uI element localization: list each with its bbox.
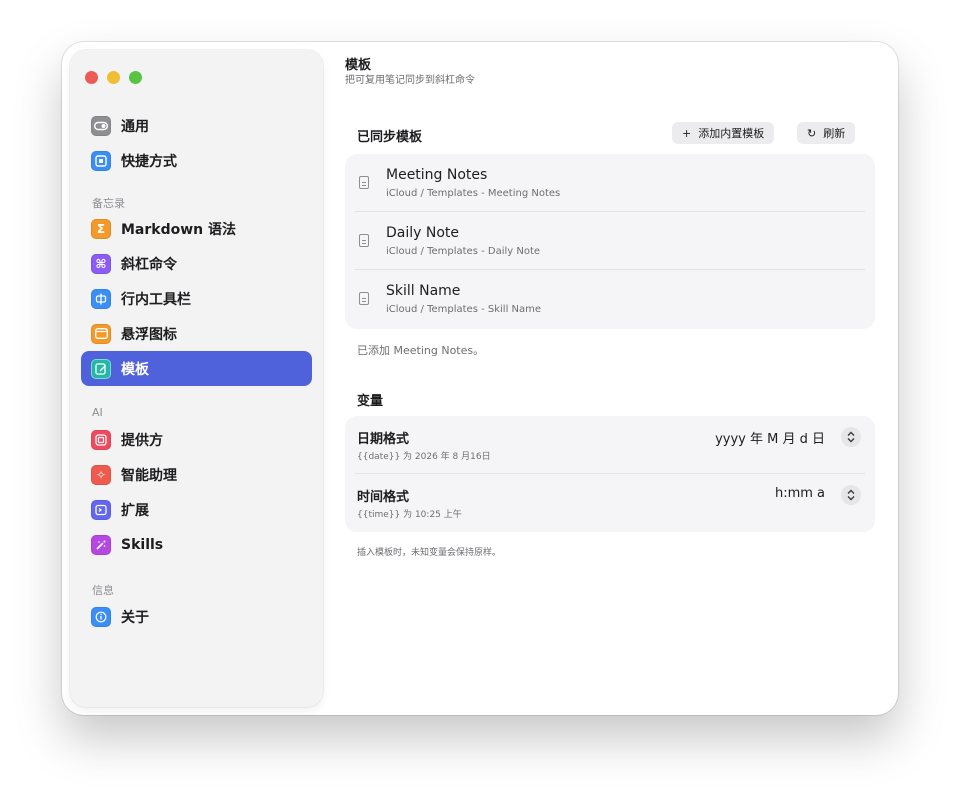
sidebar-item-label: 扩展	[121, 502, 149, 519]
template-name: Daily Note	[386, 225, 460, 241]
sidebar: 通用 快捷方式 备忘录 Σ Markdown 语法 ⌘ 斜杠命令 行内工具栏 悬…	[70, 50, 323, 707]
sidebar-item-about[interactable]: 关于	[81, 599, 312, 634]
variables-list: 日期格式 {{date}} 为 2026 年 8 月16日 yyyy 年 M 月…	[345, 416, 875, 532]
provider-icon	[91, 429, 111, 450]
sidebar-item-label: 智能助理	[121, 467, 177, 484]
status-message: 已添加 Meeting Notes。	[357, 344, 485, 357]
list-item[interactable]: Skill Name iCloud / Templates - Skill Na…	[345, 270, 875, 328]
info-icon	[91, 606, 111, 627]
template-edit-icon	[91, 358, 111, 379]
sidebar-item-assistant[interactable]: ✧ 智能助理	[81, 457, 312, 492]
toggle-icon	[91, 115, 111, 136]
sidebar-section-label: AI	[92, 406, 103, 419]
sidebar-item-slash-commands[interactable]: ⌘ 斜杠命令	[81, 246, 312, 281]
sidebar-item-floating-icon[interactable]: 悬浮图标	[81, 316, 312, 351]
sidebar-item-shortcuts[interactable]: 快捷方式	[81, 143, 312, 178]
floating-window-icon	[91, 323, 111, 344]
zoom-window-button[interactable]	[129, 71, 142, 84]
sidebar-item-label: Skills	[121, 536, 164, 553]
sidebar-item-label: 通用	[121, 118, 149, 135]
refresh-label: 刷新	[823, 127, 846, 140]
sidebar-item-templates[interactable]: 模板	[81, 351, 312, 386]
close-window-button[interactable]	[85, 71, 98, 84]
document-icon	[359, 176, 369, 189]
footnote: 插入模板时，未知变量会保持原样。	[357, 548, 502, 558]
extension-icon	[91, 499, 111, 520]
sidebar-item-extensions[interactable]: 扩展	[81, 492, 312, 527]
sidebar-item-label: 提供方	[121, 432, 163, 449]
chevron-up-down-icon	[847, 489, 855, 501]
sidebar-group-ai: 提供方 ✧ 智能助理 扩展 Skills	[81, 422, 312, 562]
sidebar-section-label: 信息	[92, 584, 114, 597]
chevron-up-down-icon	[847, 431, 855, 443]
synced-templates-title: 已同步模板	[357, 130, 423, 145]
variable-description: {{time}} 为 10:25 上午	[357, 510, 462, 520]
time-format-stepper[interactable]	[841, 485, 861, 505]
minimize-window-button[interactable]	[107, 71, 120, 84]
sidebar-item-skills[interactable]: Skills	[81, 527, 312, 562]
sidebar-item-label: 模板	[121, 361, 149, 378]
variable-row-time: 时间格式 {{time}} 为 10:25 上午 h:mm a	[345, 474, 875, 532]
variable-row-date: 日期格式 {{date}} 为 2026 年 8 月16日 yyyy 年 M 月…	[345, 416, 875, 474]
template-name: Skill Name	[386, 283, 461, 299]
sidebar-item-label: 悬浮图标	[121, 326, 177, 343]
sidebar-item-label: Markdown 语法	[121, 221, 237, 238]
window-controls	[85, 71, 142, 84]
sidebar-item-label: 快捷方式	[121, 153, 177, 170]
sidebar-item-markdown[interactable]: Σ Markdown 语法	[81, 211, 312, 246]
variable-name: 时间格式	[357, 490, 410, 505]
sidebar-item-label: 行内工具栏	[121, 291, 191, 308]
list-item[interactable]: Daily Note iCloud / Templates - Daily No…	[345, 212, 875, 270]
command-icon: ⌘	[91, 253, 111, 274]
sidebar-item-label: 斜杠命令	[121, 256, 177, 273]
sidebar-item-general[interactable]: 通用	[81, 108, 312, 143]
template-path: iCloud / Templates - Meeting Notes	[386, 188, 561, 199]
document-icon	[359, 292, 369, 305]
sidebar-item-label: 关于	[121, 609, 149, 626]
time-format-value[interactable]: h:mm a	[775, 486, 825, 501]
list-item[interactable]: Meeting Notes iCloud / Templates - Meeti…	[345, 154, 875, 212]
sidebar-group-general: 通用 快捷方式	[81, 108, 312, 178]
template-list: Meeting Notes iCloud / Templates - Meeti…	[345, 154, 875, 329]
main-content: 模板 把可复用笔记同步到斜杠命令 已同步模板 + 添加内置模板 ↻ 刷新 Mee…	[345, 42, 898, 715]
template-name: Meeting Notes	[386, 167, 488, 183]
sidebar-group-notes: Σ Markdown 语法 ⌘ 斜杠命令 行内工具栏 悬浮图标 模板	[81, 211, 312, 386]
sidebar-group-info: 关于	[81, 599, 312, 634]
toolbar-icon	[91, 288, 111, 309]
document-icon	[359, 234, 369, 247]
sparkle-assistant-icon: ✧	[91, 464, 111, 485]
sigma-icon: Σ	[91, 218, 111, 239]
date-format-value[interactable]: yyyy 年 M 月 d 日	[715, 428, 825, 447]
date-format-stepper[interactable]	[841, 427, 861, 447]
sidebar-section-label: 备忘录	[92, 197, 125, 210]
settings-window: 通用 快捷方式 备忘录 Σ Markdown 语法 ⌘ 斜杠命令 行内工具栏 悬…	[62, 42, 898, 715]
template-path: iCloud / Templates - Skill Name	[386, 304, 542, 315]
variables-title: 变量	[357, 394, 384, 409]
sidebar-item-inline-toolbar[interactable]: 行内工具栏	[81, 281, 312, 316]
template-path: iCloud / Templates - Daily Note	[386, 246, 541, 257]
page-subtitle: 把可复用笔记同步到斜杠命令	[345, 75, 475, 86]
refresh-icon: ↻	[807, 126, 817, 140]
variable-name: 日期格式	[357, 432, 410, 447]
keyboard-icon	[91, 150, 111, 171]
sidebar-item-providers[interactable]: 提供方	[81, 422, 312, 457]
add-builtin-template-button[interactable]: + 添加内置模板	[672, 122, 775, 144]
add-builtin-template-label: 添加内置模板	[698, 127, 765, 140]
variable-description: {{date}} 为 2026 年 8 月16日	[357, 452, 491, 462]
refresh-button[interactable]: ↻ 刷新	[797, 122, 856, 144]
magic-wand-icon	[91, 534, 111, 555]
plus-icon: +	[682, 126, 692, 140]
